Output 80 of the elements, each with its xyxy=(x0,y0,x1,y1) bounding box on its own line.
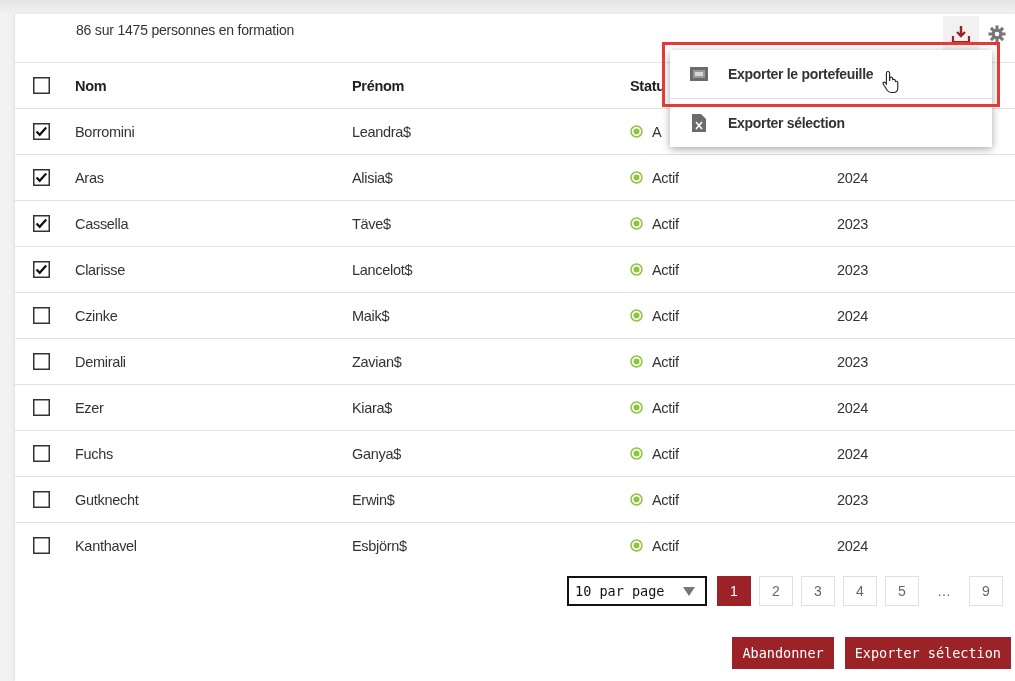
table-cell: Czinke xyxy=(75,307,118,324)
table-cell: 2023 xyxy=(837,261,869,278)
page-button[interactable]: 1 xyxy=(717,576,751,606)
table-cell: Ganya$ xyxy=(352,445,401,462)
status-text: Actif xyxy=(652,399,679,416)
page-button[interactable]: 4 xyxy=(843,576,877,606)
per-page-select[interactable]: 10 par page xyxy=(567,576,707,606)
spreadsheet-file-icon xyxy=(692,114,706,132)
checkbox[interactable] xyxy=(33,353,50,370)
status-text: Actif xyxy=(652,261,679,278)
status-icon xyxy=(630,125,643,138)
table-cell: Fuchs xyxy=(75,445,113,462)
table-cell: 2023 xyxy=(837,353,869,370)
table-cell: 2024 xyxy=(837,307,869,324)
checkbox[interactable] xyxy=(33,537,50,554)
status-text: A xyxy=(652,123,662,140)
checkbox[interactable] xyxy=(33,77,50,94)
status-icon xyxy=(630,401,643,414)
page-button[interactable]: 3 xyxy=(801,576,835,606)
checkbox[interactable] xyxy=(33,491,50,508)
dropdown-arrow-icon xyxy=(683,586,695,596)
table-cell: Zavian$ xyxy=(352,353,402,370)
table-cell: Kiara$ xyxy=(352,399,393,416)
zip-file-icon xyxy=(690,67,708,81)
status-icon xyxy=(630,263,643,276)
table-cell: Cassella xyxy=(75,215,129,232)
table-cell: Lancelot$ xyxy=(352,261,413,278)
menu-item[interactable]: Exporter le portefeuille xyxy=(670,50,992,99)
table-cell: Clarisse xyxy=(75,261,125,278)
menu-item[interactable]: Exporter sélection xyxy=(670,99,992,147)
table-cell: Gutknecht xyxy=(75,491,139,508)
table-cell: Ezer xyxy=(75,399,104,416)
table-cell: Borromini xyxy=(75,123,135,140)
table-cell: 2024 xyxy=(837,399,869,416)
status-text: Actif xyxy=(652,353,679,370)
checkbox[interactable] xyxy=(33,445,50,462)
status-text: Actif xyxy=(652,491,679,508)
table-cell: Leandra$ xyxy=(352,123,411,140)
page-button[interactable]: 9 xyxy=(969,576,1003,606)
checkbox[interactable] xyxy=(33,123,50,140)
table-cell: Demirali xyxy=(75,353,126,370)
table-cell: Esbjörn$ xyxy=(352,537,407,554)
summary-text: 86 sur 1475 personnes en formation xyxy=(76,22,296,38)
status-text: Actif xyxy=(652,445,679,462)
settings-icon xyxy=(988,25,1006,43)
table-cell: Alisia$ xyxy=(352,169,393,186)
table-cell: Erwin$ xyxy=(352,491,395,508)
column-header[interactable]: Prénom xyxy=(352,77,405,94)
table-cell: 2024 xyxy=(837,537,869,554)
column-header[interactable]: Nom xyxy=(75,77,107,94)
page-button[interactable]: 2 xyxy=(759,576,793,606)
status-icon xyxy=(630,447,643,460)
table-cell: 2023 xyxy=(837,215,869,232)
table-cell: Aras xyxy=(75,169,104,186)
checkbox[interactable] xyxy=(33,261,50,278)
table-cell: 2024 xyxy=(837,445,869,462)
checkbox[interactable] xyxy=(33,169,50,186)
status-icon xyxy=(630,493,643,506)
ellipsis-text: … xyxy=(936,583,952,599)
action-button[interactable]: Abandonner xyxy=(732,637,834,669)
download-icon xyxy=(951,24,971,44)
status-icon xyxy=(630,539,643,552)
status-icon xyxy=(630,355,643,368)
checkbox[interactable] xyxy=(33,307,50,324)
status-text: Actif xyxy=(652,307,679,324)
checkbox[interactable] xyxy=(33,215,50,232)
table-cell: Kanthavel xyxy=(75,537,137,554)
table-cell: 2023 xyxy=(837,491,869,508)
checkbox[interactable] xyxy=(33,399,50,416)
status-text: Actif xyxy=(652,215,679,232)
action-button[interactable]: Exporter sélection xyxy=(844,637,1011,669)
page-button[interactable]: 5 xyxy=(885,576,919,606)
table-cell: 2024 xyxy=(837,169,869,186)
table-cell: Maik$ xyxy=(352,307,390,324)
status-icon xyxy=(630,309,643,322)
status-text: Actif xyxy=(652,537,679,554)
table-cell: Täve$ xyxy=(352,215,391,232)
status-text: Actif xyxy=(652,169,679,186)
status-icon xyxy=(630,217,643,230)
status-icon xyxy=(630,171,643,184)
